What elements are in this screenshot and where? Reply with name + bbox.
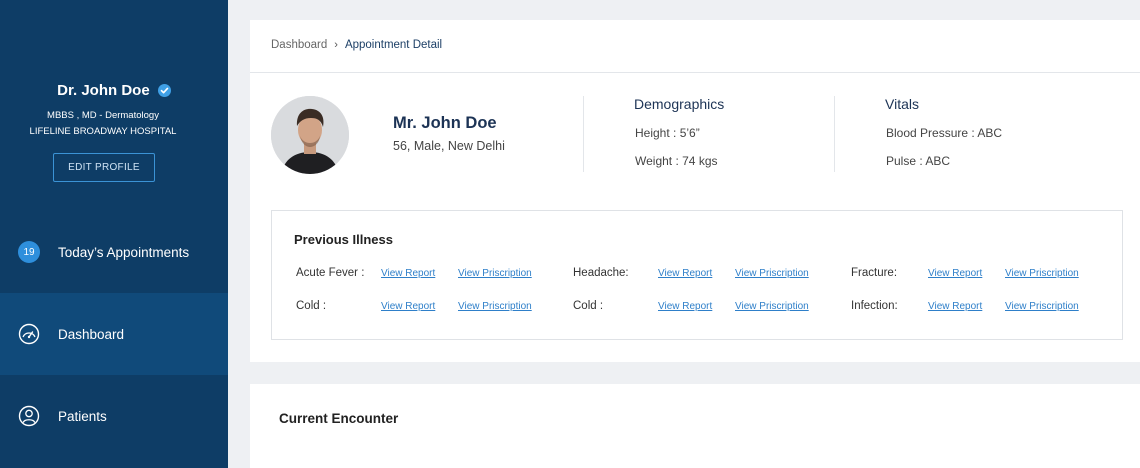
appointment-detail-card: Dashboard › Appointment Detail Mr. John …: [250, 20, 1140, 362]
pulse-value: Pulse : ABC: [886, 154, 951, 168]
chevron-right-icon: ›: [334, 39, 338, 51]
illness-label: Acute Fever :: [296, 267, 365, 279]
sidebar: Dr. John Doe MBBS , MD - Dermatology LIF…: [0, 0, 228, 468]
user-icon: [18, 405, 40, 427]
nav-item-dashboard[interactable]: Dashboard: [0, 293, 228, 375]
vitals-title: Vitals: [885, 96, 919, 112]
verified-icon: [157, 84, 171, 97]
nav-item-label: Today’s Appointments: [58, 244, 190, 260]
view-prescription-link[interactable]: View Priscription: [735, 268, 809, 279]
view-report-link[interactable]: View Report: [658, 268, 712, 279]
view-prescription-link[interactable]: View Priscription: [735, 301, 809, 312]
illness-label: Fracture:: [851, 267, 898, 279]
divider: [250, 72, 1140, 73]
view-report-link[interactable]: View Report: [658, 301, 712, 312]
speedometer-icon: [18, 323, 40, 345]
view-prescription-link[interactable]: View Priscription: [1005, 301, 1079, 312]
view-report-link[interactable]: View Report: [928, 301, 982, 312]
view-report-link[interactable]: View Report: [381, 301, 435, 312]
breadcrumb-current: Appointment Detail: [344, 39, 443, 51]
edit-profile-button[interactable]: EDIT PROFILE: [53, 153, 155, 182]
breadcrumb-dashboard-link[interactable]: Dashboard: [271, 39, 327, 51]
nav-item-label: Dashboard: [58, 326, 125, 342]
nav-item-label: Patients: [58, 408, 107, 424]
view-prescription-link[interactable]: View Priscription: [458, 268, 532, 279]
illness-label: Cold :: [296, 300, 327, 312]
view-report-link[interactable]: View Report: [928, 268, 982, 279]
divider: [834, 96, 835, 172]
view-prescription-link[interactable]: View Priscription: [1005, 268, 1079, 279]
illness-label: Infection:: [851, 300, 898, 312]
patient-photo: [271, 96, 349, 174]
illness-label: Cold :: [573, 300, 604, 312]
patient-info: 56, Male, New Delhi: [393, 139, 505, 153]
appointments-count-badge: 19: [18, 241, 40, 263]
weight-value: Weight : 74 kgs: [635, 154, 718, 168]
doctor-qualification: MBBS , MD - Dermatology: [47, 110, 159, 121]
nav-item-patients[interactable]: Patients: [0, 375, 228, 457]
breadcrumb: Dashboard › Appointment Detail: [271, 39, 442, 51]
previous-illness-panel: Previous Illness Acute Fever : View Repo…: [271, 210, 1123, 340]
illness-label: Headache:: [573, 267, 629, 279]
doctor-hospital: LIFELINE BROADWAY HOSPITAL: [29, 126, 177, 137]
blood-pressure-value: Blood Pressure : ABC: [886, 126, 1003, 140]
current-encounter-title: Current Encounter: [279, 411, 399, 426]
view-report-link[interactable]: View Report: [381, 268, 435, 279]
view-prescription-link[interactable]: View Priscription: [458, 301, 532, 312]
doctor-name: Dr. John Doe: [0, 82, 228, 99]
previous-illness-title: Previous Illness: [294, 232, 393, 247]
demographics-title: Demographics: [634, 96, 725, 112]
patient-avatar: [271, 96, 349, 174]
divider: [583, 96, 584, 172]
current-encounter-card: Current Encounter: [250, 384, 1140, 468]
height-value: Height : 5’6”: [635, 126, 700, 140]
patient-name: Mr. John Doe: [393, 114, 497, 132]
nav-item-todays-appointments[interactable]: 19 Today’s Appointments: [0, 211, 228, 293]
